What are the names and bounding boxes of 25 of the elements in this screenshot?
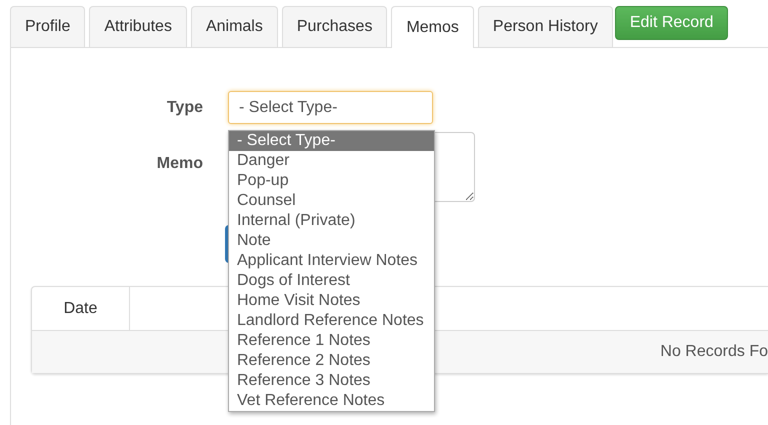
type-select[interactable]: - Select Type- [228,91,433,124]
memo-label: Memo [156,154,203,173]
tab[interactable]: Animals [190,6,278,47]
dropdown-option[interactable]: Reference 2 Notes [229,351,434,371]
dropdown-option[interactable]: Reference 1 Notes [229,331,434,351]
dropdown-option[interactable]: Dogs of Interest [229,271,434,291]
dropdown-option[interactable]: Counsel [229,191,434,211]
dropdown-option[interactable]: Applicant Interview Notes [229,251,434,271]
column-header: Date [32,287,130,330]
dropdown-option[interactable]: Internal (Private) [229,211,434,231]
tab[interactable]: Profile [10,6,86,47]
dropdown-option[interactable]: Danger [229,151,434,171]
empty-message: No Records Fo [660,343,768,361]
tab[interactable]: Person History [478,6,613,47]
dropdown-option[interactable]: Home Visit Notes [229,291,434,311]
dropdown-option[interactable]: - Select Type- [229,131,434,151]
tab[interactable]: Attributes [89,6,187,47]
dropdown-option[interactable]: Note [229,231,434,251]
dropdown-option[interactable]: Reference 3 Notes [229,371,434,391]
dropdown-option[interactable]: Vet Reference Notes [229,391,434,411]
dropdown-option[interactable]: Landlord Reference Notes [229,311,434,331]
tab[interactable]: Purchases [282,6,388,47]
dropdown-option[interactable]: Pop-up [229,171,434,191]
tab[interactable]: Memos [391,6,474,48]
type-label: Type [166,98,203,117]
